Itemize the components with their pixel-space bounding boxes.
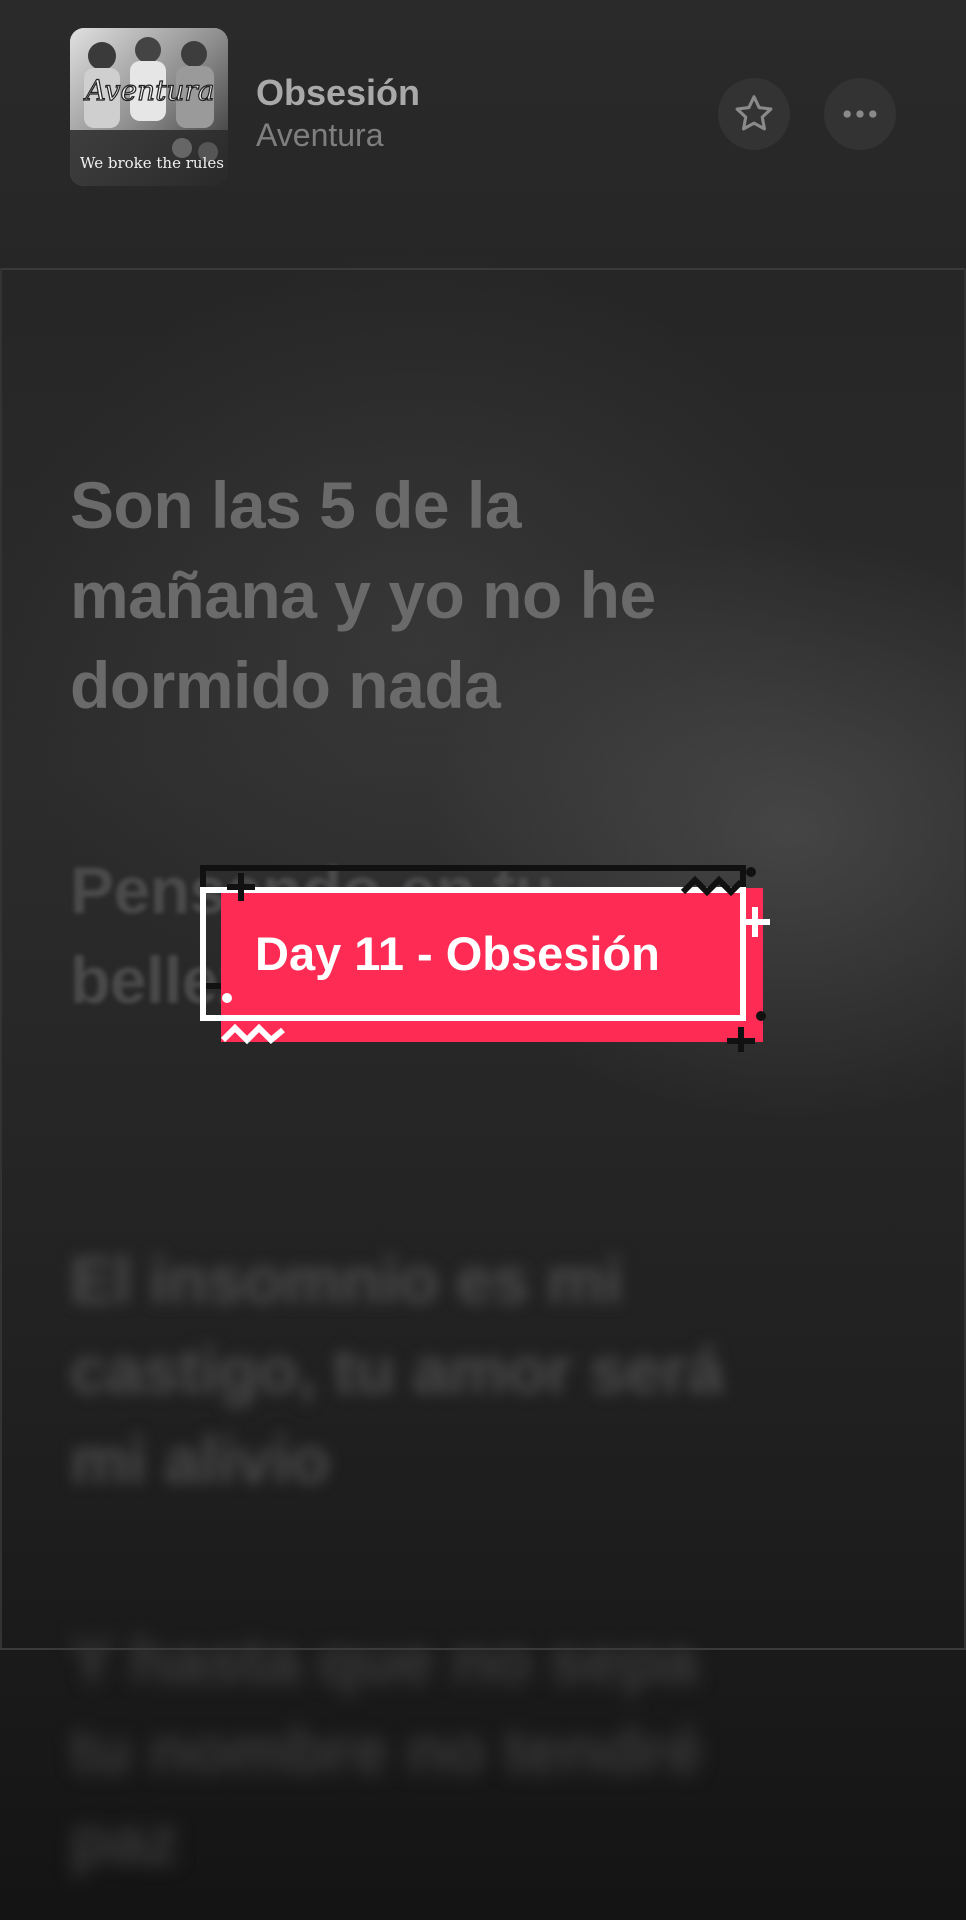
star-icon (735, 95, 773, 131)
favorite-button[interactable] (718, 78, 790, 150)
more-options-button[interactable] (824, 78, 896, 150)
album-cover-image: Aventura We broke the rules (70, 28, 228, 186)
album-art[interactable]: Aventura We broke the rules (70, 28, 228, 186)
more-horizontal-icon (843, 110, 877, 118)
lyric-line-upcoming[interactable]: El insomnio es mi castigo, tu amor será … (70, 1235, 770, 1505)
lyric-line-current[interactable]: Son las 5 de la mañana y yo no he dormid… (70, 460, 770, 730)
track-title: Obsesión (256, 72, 421, 113)
header-divider (0, 268, 966, 270)
lyric-line-upcoming-2[interactable]: Y hasta que no sepa tu nombre no tendré … (70, 1615, 770, 1885)
lyrics-panel-border-left (0, 268, 2, 1650)
album-logo-text: Aventura (83, 74, 215, 107)
track-artist[interactable]: Aventura (256, 117, 384, 154)
album-caption-text: We broke the rules (80, 154, 224, 172)
day-sticker: Day 11 - Obsesión (195, 862, 775, 1052)
sticker-label: Day 11 - Obsesión (255, 927, 660, 980)
now-playing-header: Aventura We broke the rules Obsesión Ave… (0, 0, 966, 268)
